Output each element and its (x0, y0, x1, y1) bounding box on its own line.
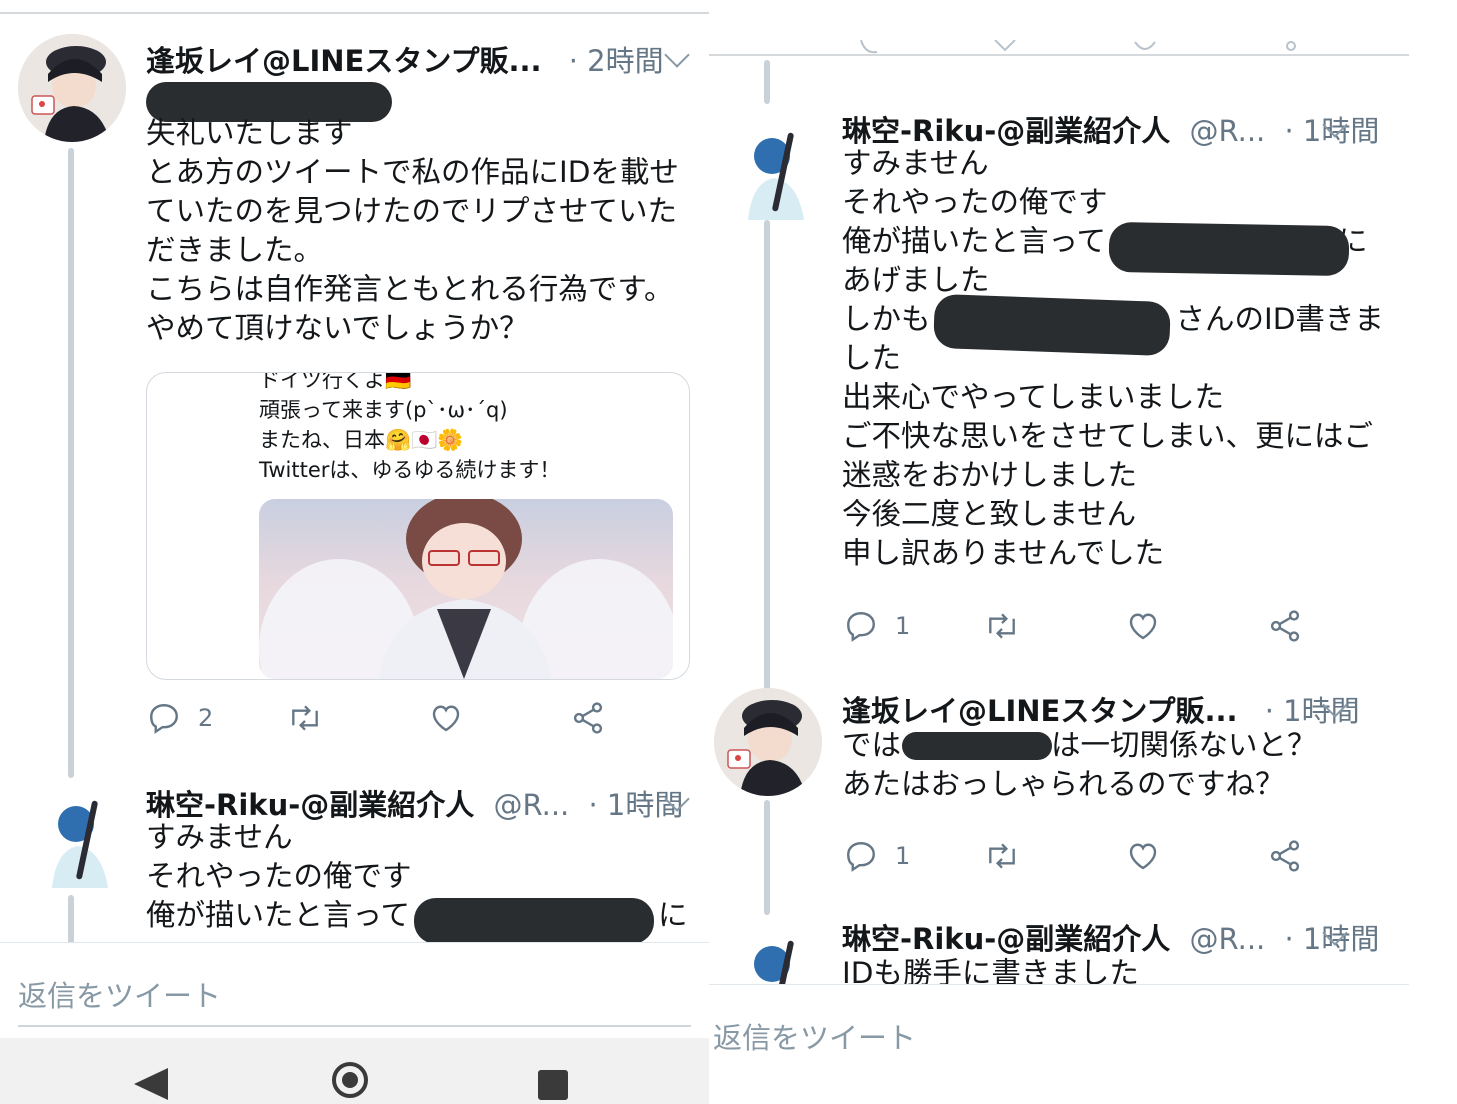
username[interactable]: @R... (494, 788, 570, 822)
quoted-tweet-text: ドイツ行くよ🇩🇪 頑張って来ます(p`･ω･´q) またね、日本🤗🇯🇵🌼 Twi… (259, 372, 561, 482)
username[interactable]: @R... (1190, 114, 1266, 148)
reply-input[interactable]: 返信をツイート (713, 1015, 916, 1057)
text-line: すみません (842, 146, 989, 180)
text-line: 申し訳ありませんでした (842, 536, 1165, 570)
tweet-text: IDも勝手に書きました (842, 956, 1139, 984)
retweet-button[interactable] (983, 606, 1021, 646)
like-button[interactable] (1125, 836, 1161, 876)
reply-count: 1 (895, 842, 911, 870)
tweet[interactable]: 琳空-Riku-@副業紹介人 @R... · 1時間 すみません それやったの俺… (714, 108, 1414, 578)
timestamp[interactable]: · 2時間 (569, 44, 664, 78)
reply-button[interactable]: 1 (843, 606, 910, 646)
like-icon (1129, 843, 1157, 870)
recents-nav-icon[interactable] (538, 1070, 568, 1100)
tweet-actions: 1 (843, 606, 1323, 646)
text-line: 迷惑をおかけしました (842, 458, 1138, 492)
share-icon (1270, 610, 1300, 642)
clipped-actions (855, 40, 1335, 60)
text-line: ご不快な思いをさせてしまい、更にはご (842, 419, 1374, 453)
retweet-icon (989, 843, 1015, 869)
reply-count: 2 (198, 704, 214, 732)
tweet-actions: 2 (146, 698, 626, 738)
avatar[interactable] (734, 930, 814, 984)
like-button[interactable] (1125, 606, 1161, 646)
tweet-header: 琳空-Riku-@副業紹介人 @R... · 1時間 (842, 916, 1414, 956)
tweet-text-suffix: に (658, 898, 688, 932)
share-button[interactable] (1267, 836, 1303, 876)
redaction (414, 898, 654, 944)
like-button[interactable] (428, 698, 464, 738)
share-button[interactable] (570, 698, 606, 738)
retweet-icon (989, 613, 1015, 639)
text-line: あたはおっしゃられるのですね？ (842, 767, 1285, 801)
share-button[interactable] (1267, 606, 1303, 646)
reply-composer: 返信をツイート (0, 942, 713, 1039)
top-divider (709, 54, 1409, 56)
text-line: それやったの俺です (842, 185, 1108, 219)
text-line: 今後二度と致しません (842, 497, 1137, 531)
username[interactable]: @R... (1190, 922, 1266, 956)
tweet-actions: 1 (843, 836, 1323, 876)
share-icon (573, 702, 603, 734)
display-name[interactable]: 逢坂レイ@LINEスタンプ販... (146, 44, 542, 78)
tweet[interactable]: 琳空-Riku-@副業紹介人 @R... · 1時間 IDも勝手に書きました (714, 916, 1414, 984)
tweet-text: 失礼いたします とあ方のツイートで私の作品にIDを載せ ていたのを見つけたのでリ… (146, 116, 679, 345)
thread-line (764, 60, 770, 104)
avatar[interactable] (714, 688, 822, 796)
avatar[interactable] (734, 122, 814, 222)
system-nav-bar (0, 1038, 713, 1104)
left-screenshot: 逢坂レイ@LINEスタンプ販... · 2時間 失礼いたします とあ方のツイート… (0, 0, 713, 1104)
reply-composer: 返信をツイート (709, 984, 1409, 1104)
redaction (1108, 221, 1350, 277)
tweet-text: すみません それやったの俺です 俺が描いたと言ってに あげました しかも さんのI… (842, 144, 1404, 573)
input-underline (18, 1025, 691, 1027)
reply-input[interactable]: 返信をツイート (18, 973, 221, 1015)
quoted-tweet[interactable]: ドイツ行くよ🇩🇪 頑張って来ます(p`･ω･´q) またね、日本🤗🇯🇵🌼 Twi… (146, 372, 690, 680)
reply-count: 1 (895, 612, 911, 640)
redaction (902, 732, 1052, 760)
avatar[interactable] (18, 34, 126, 142)
redaction (933, 293, 1171, 357)
share-icon (1270, 840, 1300, 872)
text-line: 出来心でやってしまいました (842, 380, 1225, 414)
back-nav-icon[interactable] (134, 1068, 168, 1100)
tweet-header: 琳空-Riku-@副業紹介人 @R... · 1時間 (842, 108, 1414, 148)
home-nav-icon[interactable] (332, 1062, 368, 1098)
chevron-down-icon[interactable] (664, 42, 690, 68)
tweet-header: 逢坂レイ@LINEスタンプ販... · 1時間 (842, 688, 1414, 728)
tweet[interactable]: 逢坂レイ@LINEスタンプ販... · 1時間 では は一切関係ないと？ あたはお… (714, 688, 1414, 808)
display-name[interactable]: 逢坂レイ@LINEスタンプ販... (842, 694, 1238, 728)
top-divider (0, 12, 713, 14)
display-name[interactable]: 琳空-Riku-@副業紹介人 (146, 788, 474, 822)
tweet-header: 琳空-Riku-@副業紹介人 @R... · 1時間 (146, 782, 708, 822)
retweet-button[interactable] (983, 836, 1021, 876)
tweet[interactable]: 琳空-Riku-@副業紹介人 @R... · 1時間 すみません それやったの俺… (18, 780, 708, 950)
display-name[interactable]: 琳空-Riku-@副業紹介人 (842, 114, 1170, 148)
reply-icon (150, 704, 178, 734)
quoted-tweet-image[interactable] (259, 499, 673, 679)
retweet-icon (292, 705, 318, 731)
right-screenshot: 琳空-Riku-@副業紹介人 @R... · 1時間 すみません それやったの俺… (709, 0, 1457, 1104)
reply-icon (847, 612, 875, 642)
thread-line (764, 800, 770, 915)
reply-icon (847, 842, 875, 872)
retweet-button[interactable] (286, 698, 324, 738)
like-icon (432, 705, 460, 732)
reply-button[interactable]: 1 (843, 836, 910, 876)
timestamp[interactable]: · 1時間 (1265, 694, 1360, 728)
reply-button[interactable]: 2 (146, 698, 213, 738)
tweet-header: 逢坂レイ@LINEスタンプ販... · 2時間 (146, 38, 708, 78)
tweet[interactable]: 逢坂レイ@LINEスタンプ販... · 2時間 失礼いたします とあ方のツイート… (18, 34, 708, 754)
avatar[interactable] (38, 790, 118, 890)
display-name[interactable]: 琳空-Riku-@副業紹介人 (842, 922, 1170, 956)
like-icon (1129, 613, 1157, 640)
